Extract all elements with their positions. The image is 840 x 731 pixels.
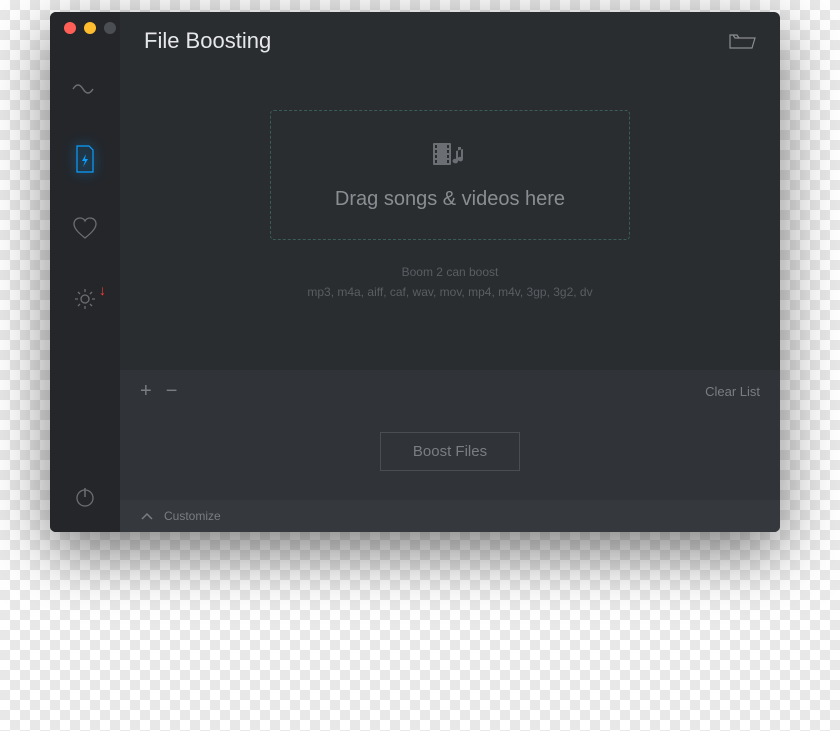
footer: + − Clear List Boost Files — [120, 370, 780, 500]
boost-files-button[interactable]: Boost Files — [380, 432, 520, 471]
hint-line-2: mp3, m4a, aiff, caf, wav, mov, mp4, m4v,… — [307, 282, 592, 302]
remove-button[interactable]: − — [166, 380, 178, 403]
wave-icon — [71, 79, 99, 99]
close-button[interactable] — [64, 22, 76, 34]
window-controls — [50, 22, 116, 34]
media-icon — [430, 139, 470, 176]
drop-zone-label: Drag songs & videos here — [335, 188, 565, 211]
power-icon — [73, 485, 97, 509]
format-hint: Boom 2 can boost mp3, m4a, aiff, caf, wa… — [307, 262, 592, 303]
add-button[interactable]: + — [140, 380, 152, 403]
sidebar — [50, 12, 120, 532]
header: File Boosting — [120, 12, 780, 70]
sidebar-item-file-boosting[interactable] — [70, 144, 100, 174]
minimize-button[interactable] — [84, 22, 96, 34]
content-area: Drag songs & videos here Boom 2 can boos… — [120, 70, 780, 370]
sidebar-item-settings[interactable] — [70, 284, 100, 314]
sidebar-item-equalizer[interactable] — [70, 74, 100, 104]
file-boost-icon — [73, 144, 97, 174]
add-remove-group: + − — [140, 380, 177, 403]
chevron-up-icon — [140, 511, 154, 521]
footer-toolbar: + − Clear List — [120, 370, 780, 403]
customize-label: Customize — [164, 509, 221, 523]
clear-list-button[interactable]: Clear List — [705, 384, 760, 399]
page-title: File Boosting — [144, 28, 271, 54]
maximize-button[interactable] — [104, 22, 116, 34]
open-folder-button[interactable] — [728, 31, 756, 51]
hint-line-1: Boom 2 can boost — [307, 262, 592, 282]
main-panel: File Boosting — [120, 12, 780, 532]
app-window: File Boosting — [50, 12, 780, 532]
sidebar-item-favorites[interactable] — [70, 214, 100, 244]
sidebar-nav — [70, 74, 100, 482]
boost-row: Boost Files — [120, 403, 780, 500]
gear-icon — [72, 286, 98, 312]
sidebar-item-power[interactable] — [70, 482, 100, 512]
heart-icon — [72, 217, 98, 241]
customize-toggle[interactable]: Customize — [120, 500, 780, 532]
drop-zone[interactable]: Drag songs & videos here — [270, 110, 630, 240]
